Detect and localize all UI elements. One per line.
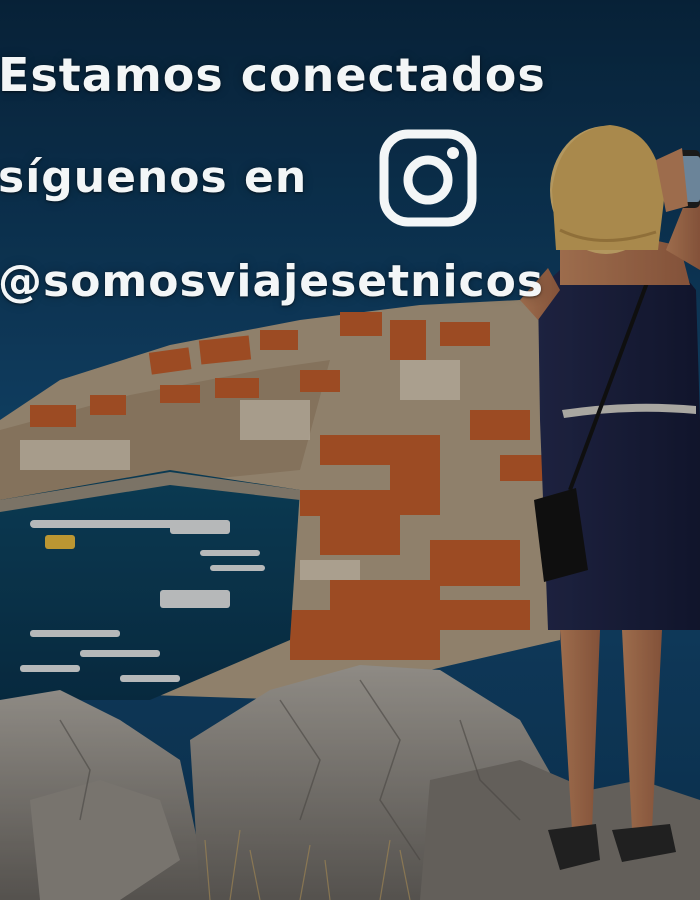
promo-image: Estamos conectados síguenos en @somosvia… (0, 0, 700, 900)
instagram-icon (379, 129, 477, 227)
background-photo (0, 0, 700, 900)
instagram-handle: @somosviajesetnicos (0, 256, 545, 307)
dark-overlay (0, 0, 700, 900)
headline-title: Estamos conectados (0, 48, 546, 102)
headline-follow-text: síguenos en (0, 152, 308, 203)
